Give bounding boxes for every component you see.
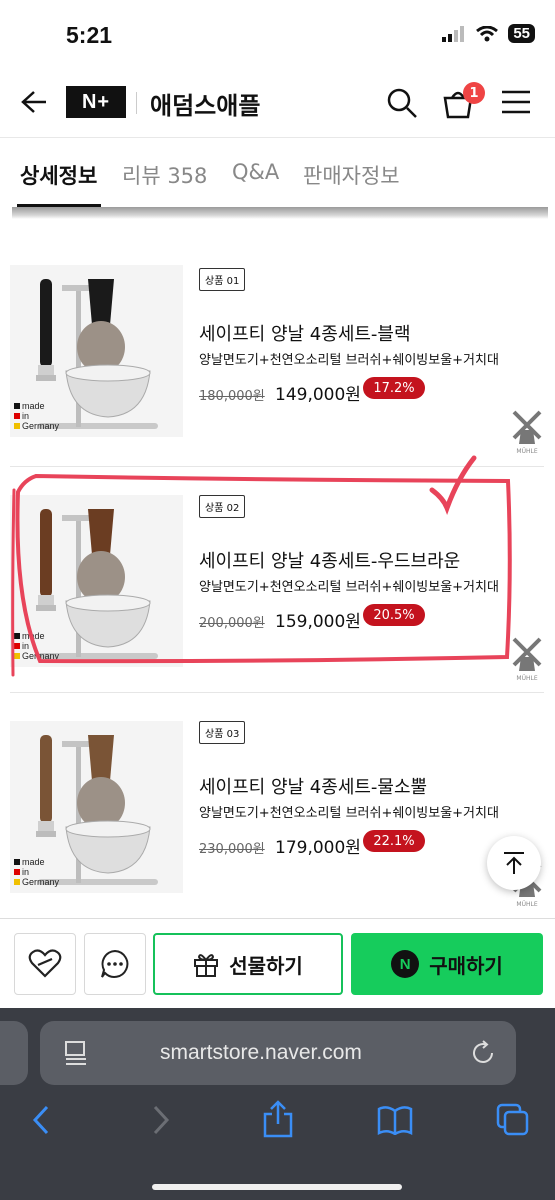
product-description: 양날면도기+천연오소리털 브러쉬+쉐이빙보울+거치대 [199, 806, 499, 821]
naver-n-icon: N [391, 950, 420, 978]
discount-badge: 20.5% [363, 604, 425, 626]
made-in-germany-label: made in Germany [14, 401, 59, 431]
chat-button[interactable] [84, 933, 146, 995]
status-icons: 55 [442, 24, 535, 43]
product-number-badge: 상품 01 [199, 268, 246, 291]
original-price: 230,000원 [199, 842, 265, 857]
product-number-badge: 상품 02 [199, 495, 246, 518]
share-icon[interactable] [262, 1100, 294, 1138]
gift-icon [194, 954, 219, 977]
muhle-brand-logo: MÜHLE [512, 637, 542, 682]
tabs-shadow [12, 207, 548, 219]
back-arrow-icon[interactable] [20, 90, 48, 114]
wishlist-button[interactable] [14, 933, 76, 995]
made-in-germany-label: made in Germany [14, 631, 59, 661]
chat-bubble-icon [101, 949, 129, 978]
store-name[interactable]: 애덤스애플 [150, 86, 260, 121]
menu-icon[interactable] [501, 90, 531, 114]
buy-button-label: 구매하기 [429, 953, 503, 978]
previous-tab-preview[interactable] [0, 1021, 28, 1085]
original-price: 200,000원 [199, 616, 265, 631]
product-divider [10, 692, 544, 693]
product-title[interactable]: 세이프티 양날 4종세트-물소뿔 [199, 773, 427, 799]
buy-button[interactable]: N 구매하기 [351, 933, 543, 995]
product-title[interactable]: 세이프티 양날 4종세트-블랙 [199, 320, 411, 346]
product-description: 양날면도기+천연오소리털 브러쉬+쉐이빙보울+거치대 [199, 580, 499, 595]
svg-text:MÜHLE: MÜHLE [516, 675, 537, 682]
made-in-germany-label: made in Germany [14, 857, 59, 887]
heart-icon [28, 949, 62, 978]
sale-price: 149,000원 [275, 385, 361, 405]
battery-indicator: 55 [508, 24, 535, 43]
original-price: 180,000원 [199, 389, 265, 404]
product-image[interactable]: made in Germany [10, 265, 183, 437]
discount-badge: 22.1% [363, 830, 425, 852]
sale-price: 179,000원 [275, 838, 361, 858]
svg-text:MÜHLE: MÜHLE [516, 448, 537, 455]
muhle-brand-logo: MÜHLE [512, 410, 542, 455]
discount-badge: 17.2% [363, 377, 425, 399]
url-text[interactable]: smartstore.naver.com [160, 1041, 362, 1065]
cart-count-badge: 1 [463, 82, 485, 104]
home-indicator [152, 1184, 402, 1190]
tab-seller-info[interactable]: 판매자정보 [303, 160, 400, 190]
bookmarks-icon[interactable] [377, 1105, 413, 1135]
reload-icon[interactable] [472, 1040, 496, 1066]
product-title[interactable]: 세이프티 양날 4종세트-우드브라운 [199, 547, 460, 573]
reader-icon[interactable] [64, 1040, 88, 1066]
svg-text:MÜHLE: MÜHLE [516, 901, 537, 908]
tab-qna[interactable]: Q&A [232, 160, 279, 184]
product-image[interactable]: made in Germany [10, 495, 183, 667]
product-image[interactable]: made in Germany [10, 721, 183, 893]
header-separator [136, 92, 137, 114]
gift-button[interactable]: 선물하기 [153, 933, 343, 995]
arrow-up-icon [504, 852, 524, 874]
gift-button-label: 선물하기 [229, 953, 303, 978]
wifi-icon [476, 25, 499, 41]
tabs-icon[interactable] [496, 1103, 530, 1137]
signal-icon [442, 25, 465, 42]
product-description: 양날면도기+천연오소리털 브러쉬+쉐이빙보울+거치대 [199, 353, 499, 368]
browser-back-icon[interactable] [30, 1105, 52, 1135]
naver-plus-logo[interactable]: N+ [66, 86, 126, 118]
sale-price: 159,000원 [275, 612, 361, 632]
product-divider [10, 466, 544, 467]
search-icon[interactable] [386, 87, 418, 119]
tab-details[interactable]: 상세정보 [20, 160, 97, 190]
browser-forward-icon[interactable] [150, 1105, 172, 1135]
product-number-badge: 상품 03 [199, 721, 246, 744]
tab-reviews[interactable]: 리뷰 358 [122, 160, 207, 190]
scroll-to-top-button[interactable] [487, 836, 541, 890]
status-time: 5:21 [66, 22, 113, 48]
